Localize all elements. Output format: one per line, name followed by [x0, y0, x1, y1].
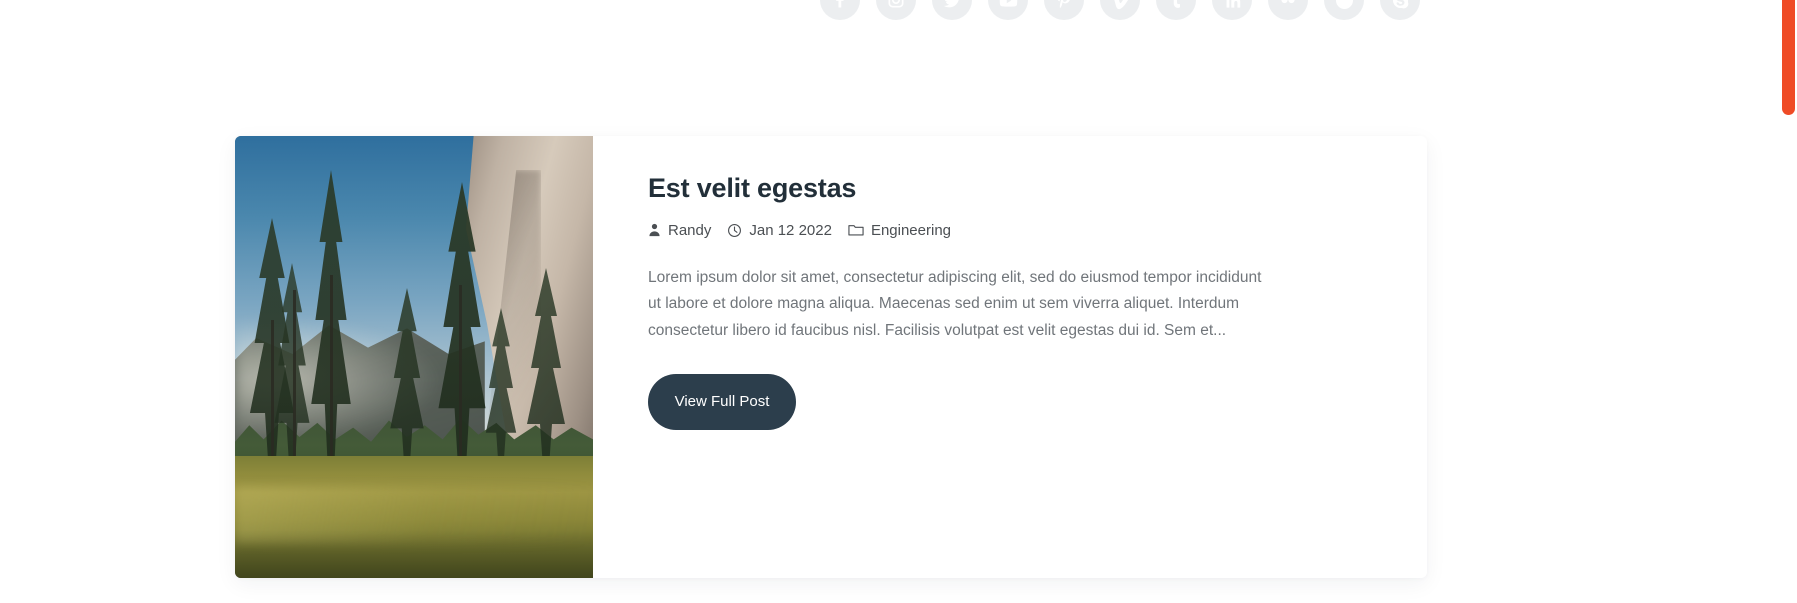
vimeo-icon	[1110, 0, 1131, 11]
post-thumbnail-image[interactable]	[235, 136, 593, 578]
social-link-linkedin[interactable]	[1212, 0, 1252, 20]
social-link-dribbble[interactable]	[1324, 0, 1364, 20]
post-title: Est velit egestas	[648, 173, 857, 203]
post-category: Engineering	[848, 222, 951, 239]
social-link-tumblr[interactable]	[1156, 0, 1196, 20]
social-link-skype[interactable]	[1380, 0, 1420, 20]
post-card: Est velit egestas Randy Jan 12 2022 Engi…	[235, 136, 1427, 578]
page-scrollbar-track[interactable]	[1780, 0, 1797, 603]
thumbnail-tree-trunk	[330, 275, 333, 470]
social-links-bar	[820, 0, 1420, 20]
skype-icon	[1390, 0, 1411, 11]
post-date-value: Jan 12 2022	[749, 221, 832, 239]
post-date: Jan 12 2022	[727, 222, 832, 239]
thumbnail-tree-trunk	[271, 320, 274, 470]
social-link-flickr[interactable]	[1268, 0, 1308, 20]
page-root: Est velit egestas Randy Jan 12 2022 Engi…	[0, 0, 1797, 603]
view-full-post-button[interactable]: View Full Post	[648, 373, 796, 430]
post-author: Randy	[648, 222, 711, 239]
post-content: Est velit egestas Randy Jan 12 2022 Engi…	[593, 136, 1427, 578]
clock-icon	[727, 223, 742, 238]
folder-icon	[848, 223, 864, 237]
youtube-icon	[998, 0, 1019, 11]
tumblr-icon	[1167, 0, 1186, 10]
twitter-icon	[942, 0, 963, 11]
user-icon	[648, 223, 661, 237]
social-link-pinterest[interactable]	[1044, 0, 1084, 20]
post-category-name: Engineering	[870, 221, 951, 239]
post-meta-row: Randy Jan 12 2022 Engineering	[648, 222, 1381, 239]
linkedin-icon	[1223, 0, 1242, 10]
thumbnail-tree-trunk	[293, 290, 296, 470]
flickr-icon	[1277, 0, 1299, 11]
post-author-name: Randy	[668, 221, 712, 239]
social-link-youtube[interactable]	[988, 0, 1028, 20]
page-scrollbar-thumb[interactable]	[1782, 0, 1795, 115]
facebook-icon	[830, 0, 850, 10]
social-link-twitter[interactable]	[932, 0, 972, 20]
social-link-instagram[interactable]	[876, 0, 916, 20]
thumbnail-tree-trunk	[459, 285, 462, 470]
instagram-icon	[886, 0, 906, 10]
social-link-facebook[interactable]	[820, 0, 860, 20]
dribbble-icon	[1334, 0, 1355, 11]
pinterest-icon	[1054, 0, 1074, 10]
thumbnail-meadow-shadow	[235, 530, 593, 578]
social-link-vimeo[interactable]	[1100, 0, 1140, 20]
post-excerpt: Lorem ipsum dolor sit amet, consectetur …	[648, 268, 1262, 339]
